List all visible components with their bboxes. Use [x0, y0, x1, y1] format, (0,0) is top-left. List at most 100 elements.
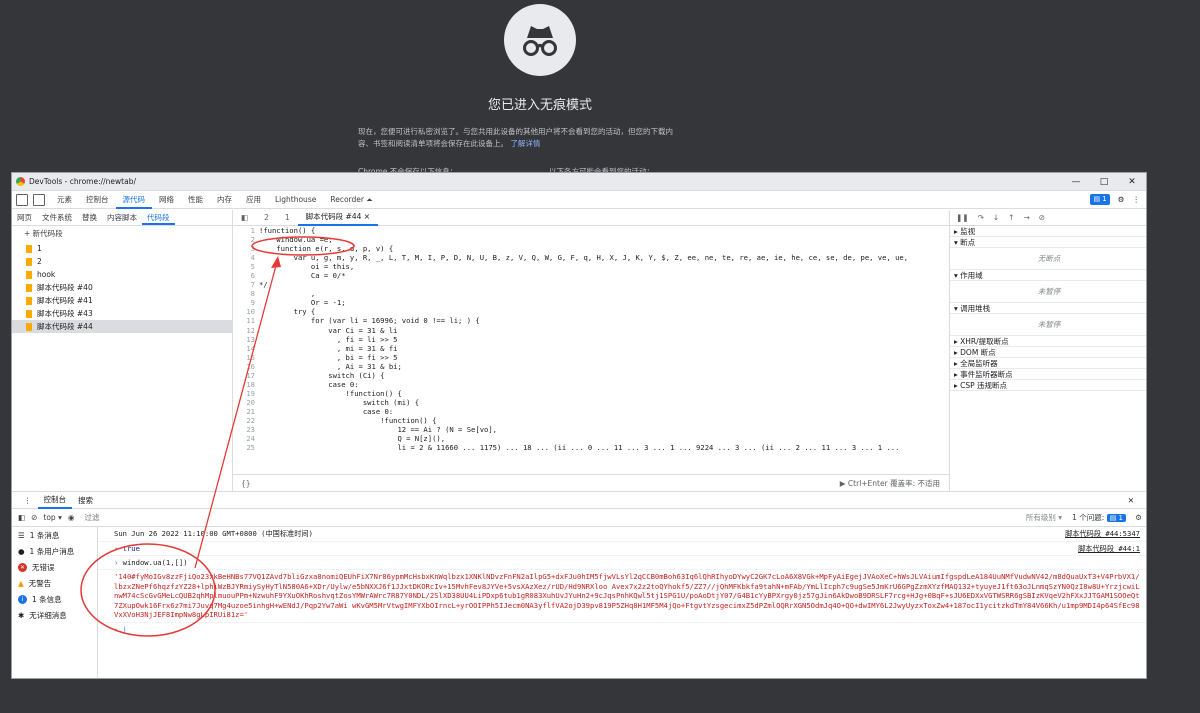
snippet-item[interactable]: 1: [12, 242, 232, 255]
nav-tab-filesystem[interactable]: 文件系统: [37, 210, 77, 225]
line-number[interactable]: 13: [233, 335, 259, 344]
tab-application[interactable]: 应用: [239, 191, 268, 209]
line-number[interactable]: 5: [233, 262, 259, 271]
global-listeners-section[interactable]: ▸ 全局监听器: [950, 358, 1146, 369]
sidebar-info[interactable]: i1 条信息: [12, 591, 97, 607]
line-number[interactable]: 25: [233, 443, 259, 452]
editor-tab[interactable]: 2: [256, 213, 277, 222]
source-link[interactable]: 脚本代码段 #44:5347: [1065, 529, 1140, 539]
line-number[interactable]: 15: [233, 353, 259, 362]
drawer-tab-search[interactable]: 搜索: [72, 495, 99, 506]
maximize-button[interactable]: □: [1090, 173, 1118, 191]
csp-breakpoints-section[interactable]: ▸ CSP 违规断点: [950, 380, 1146, 391]
line-number[interactable]: 18: [233, 380, 259, 389]
xhr-breakpoints-section[interactable]: ▸ XHR/提取断点: [950, 336, 1146, 347]
snippet-item[interactable]: hook: [12, 268, 232, 281]
line-number[interactable]: 24: [233, 434, 259, 443]
tab-recorder[interactable]: Recorder ⏶: [323, 191, 379, 209]
editor-tab[interactable]: 1: [277, 213, 298, 222]
tab-console[interactable]: 控制台: [79, 191, 116, 209]
device-toolbar-icon[interactable]: [33, 193, 45, 206]
line-number[interactable]: 16: [233, 362, 259, 371]
line-number[interactable]: 23: [233, 425, 259, 434]
editor-tab-active[interactable]: 脚本代码段 #44 ×: [297, 209, 379, 226]
line-number[interactable]: 11: [233, 316, 259, 325]
learn-more-link[interactable]: 了解详情: [510, 139, 540, 148]
more-options-icon[interactable]: ⋮: [1133, 195, 1141, 204]
tab-elements[interactable]: 元素: [50, 191, 79, 209]
drawer-tab-console[interactable]: 控制台: [37, 493, 72, 509]
snippet-item[interactable]: 脚本代码段 #40: [12, 281, 232, 294]
tab-network[interactable]: 网络: [152, 191, 181, 209]
line-number[interactable]: 14: [233, 344, 259, 353]
breakpoints-section[interactable]: ▾ 断点: [950, 237, 1146, 248]
snippet-item[interactable]: 脚本代码段 #41: [12, 294, 232, 307]
console-prompt[interactable]: › |: [98, 623, 1146, 636]
snippet-item[interactable]: 脚本代码段 #43: [12, 307, 232, 320]
inspect-element-icon[interactable]: [16, 193, 28, 206]
issues-badge[interactable]: ▤ 1: [1090, 194, 1110, 205]
step-out-icon[interactable]: ↑: [1008, 213, 1014, 222]
close-window-button[interactable]: ✕: [1118, 173, 1146, 191]
pretty-print-button[interactable]: {}: [241, 479, 251, 488]
line-number[interactable]: 21: [233, 407, 259, 416]
tab-sources[interactable]: 源代码: [115, 191, 152, 209]
run-snippet-status[interactable]: ▶ Ctrl+Enter 覆盖率: 不适用: [840, 478, 940, 489]
sidebar-messages[interactable]: ☰ 1 条消息: [12, 527, 97, 543]
call-stack-section[interactable]: ▾ 调用堆栈: [950, 303, 1146, 314]
sidebar-warnings[interactable]: ▲ 无警告: [12, 575, 97, 591]
line-number[interactable]: 10: [233, 307, 259, 316]
tab-performance[interactable]: 性能: [181, 191, 210, 209]
sidebar-errors[interactable]: ✕ 无错误: [12, 559, 97, 575]
step-over-icon[interactable]: ↷: [978, 213, 984, 222]
eye-icon[interactable]: ◉: [68, 513, 75, 522]
code-line: 20 switch (mi) {: [233, 398, 950, 407]
nav-tab-content-scripts[interactable]: 内容脚本: [102, 210, 142, 225]
sidebar-verbose[interactable]: ✱ 无详细消息: [12, 607, 97, 623]
snippet-item-selected[interactable]: 脚本代码段 #44: [12, 320, 232, 333]
gear-icon[interactable]: ⚙: [1118, 195, 1125, 204]
nav-tab-overrides[interactable]: 替换: [77, 210, 102, 225]
sidebar-toggle-icon[interactable]: ◧: [18, 513, 25, 522]
minimize-button[interactable]: —: [1062, 173, 1090, 191]
step-into-icon[interactable]: ↓: [993, 213, 999, 222]
pause-icon[interactable]: ❚❚: [956, 213, 969, 222]
console-gear-icon[interactable]: ⚙: [1135, 513, 1142, 522]
line-number[interactable]: 12: [233, 326, 259, 335]
dom-breakpoints-section[interactable]: ▸ DOM 断点: [950, 347, 1146, 358]
close-drawer-icon[interactable]: ✕: [1122, 496, 1140, 505]
line-number[interactable]: 22: [233, 416, 259, 425]
event-listener-breakpoints-section[interactable]: ▸ 事件监听器断点: [950, 369, 1146, 380]
line-number[interactable]: 3: [233, 244, 259, 253]
deactivate-breakpoints-icon[interactable]: ⊘: [1039, 213, 1045, 222]
sidebar-user-messages[interactable]: ● 1 条用户消息: [12, 543, 97, 559]
line-number[interactable]: 2: [233, 235, 259, 244]
line-number[interactable]: 7: [233, 280, 259, 289]
clear-console-icon[interactable]: ⊘: [31, 513, 37, 522]
toggle-navigator-icon[interactable]: ◧: [233, 213, 256, 222]
line-number[interactable]: 9: [233, 298, 259, 307]
log-levels-select[interactable]: 所有级别 ▾: [1026, 512, 1062, 523]
line-number[interactable]: 19: [233, 389, 259, 398]
tab-memory[interactable]: 内存: [210, 191, 239, 209]
snippet-item[interactable]: 2: [12, 255, 232, 268]
code-area[interactable]: 1 !function() {2 window.ua =e; 3 function …: [233, 226, 950, 458]
line-number[interactable]: 20: [233, 398, 259, 407]
step-icon[interactable]: →: [1023, 213, 1029, 222]
scope-section[interactable]: ▾ 作用域: [950, 270, 1146, 281]
line-number[interactable]: 6: [233, 271, 259, 280]
new-snippet-button[interactable]: + 新代码段: [12, 226, 232, 242]
nav-tab-snippets[interactable]: 代码段: [142, 210, 175, 225]
source-link[interactable]: 脚本代码段 #44:1: [1078, 544, 1140, 554]
watch-section[interactable]: ▸ 监视: [950, 226, 1146, 237]
drawer-menu-icon[interactable]: ⋮: [18, 496, 38, 505]
line-number[interactable]: 8: [233, 289, 259, 298]
tab-lighthouse[interactable]: Lighthouse: [268, 191, 323, 209]
context-select[interactable]: top ▾: [43, 513, 61, 522]
issues-counter[interactable]: 1 个问题: ▤ 1: [1072, 512, 1126, 524]
nav-tab-page[interactable]: 网页: [12, 210, 37, 225]
line-number[interactable]: 4: [233, 253, 259, 262]
line-number[interactable]: 1: [233, 226, 259, 235]
line-number[interactable]: 17: [233, 371, 259, 380]
filter-input[interactable]: [80, 511, 381, 524]
